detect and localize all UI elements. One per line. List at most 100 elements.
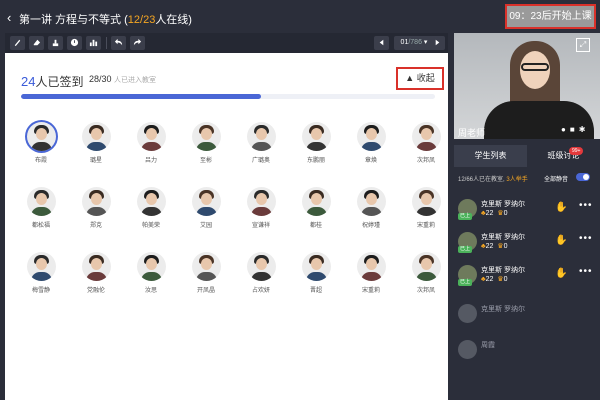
sign-in-progress-bar — [21, 94, 435, 99]
student-avatar — [26, 122, 56, 151]
student-name: 都桂 — [309, 223, 322, 229]
student-card[interactable]: 艾园 — [186, 187, 226, 229]
collapse-arrow-icon: ▲ — [405, 73, 417, 83]
student-name: 次邦凤 — [416, 158, 435, 164]
student-card[interactable]: 梅雪静 — [21, 252, 61, 294]
student-card[interactable]: 章焕 — [351, 122, 391, 164]
list-tag: 已上 — [458, 246, 473, 253]
student-avatar — [81, 252, 111, 281]
student-avatar — [411, 187, 441, 216]
prev-page-icon[interactable] — [374, 36, 389, 50]
fullscreen-icon[interactable]: ⤢ — [576, 38, 590, 52]
timer-icon[interactable] — [67, 36, 82, 50]
raised-hand-icon[interactable]: ✋ — [555, 202, 567, 213]
whiteboard-toolbar: 01/786 ▾ — [5, 33, 448, 53]
student-card[interactable]: 吕力 — [131, 122, 171, 164]
more-options-icon[interactable]: ••• — [579, 200, 593, 211]
student-name: 郑克 — [89, 223, 102, 229]
raised-hand-icon[interactable]: ✋ — [555, 268, 567, 279]
student-card[interactable]: 祝婷瑾 — [351, 187, 391, 229]
list-stats: ♣22 ♛0 — [481, 275, 507, 283]
student-card[interactable]: 郑克 — [76, 187, 116, 229]
student-card[interactable]: 宋重莉 — [406, 187, 446, 229]
back-chevron-icon[interactable]: ‹ — [7, 10, 11, 25]
list-stats: ♣22 ♛0 — [481, 242, 507, 250]
student-card[interactable]: 都桂 — [296, 187, 336, 229]
student-avatar — [411, 252, 441, 281]
start-class-button[interactable]: 09：23后开始上课 — [507, 6, 594, 27]
redo-icon[interactable] — [130, 36, 145, 50]
chart-icon[interactable] — [86, 36, 101, 50]
student-card[interactable]: 晋超 — [296, 252, 336, 294]
student-list-item[interactable]: 已上 克里斯 罗纳尔 ♣22 ♛0 ✋ ••• — [458, 263, 600, 291]
student-card[interactable]: 至彬 — [186, 122, 226, 164]
entered-count: 28/30 — [89, 74, 112, 84]
list-name: 克里斯 罗纳尔 — [481, 306, 525, 313]
student-card[interactable]: 宣谦祥 — [241, 187, 281, 229]
student-card[interactable]: 党融伦 — [76, 252, 116, 294]
student-name: 至彬 — [199, 158, 212, 164]
discussion-badge: 99+ — [569, 147, 584, 155]
list-tag: 已上 — [458, 279, 473, 286]
likes-count: 22 — [485, 243, 494, 250]
mic-icon[interactable]: ● — [561, 125, 566, 134]
list-name: 克里斯 罗纳尔 — [481, 201, 525, 208]
undo-icon[interactable] — [111, 36, 126, 50]
more-options-icon[interactable]: ••• — [579, 233, 593, 244]
student-name: 晋超 — [309, 288, 322, 294]
student-name: 璐星 — [89, 158, 102, 164]
mute-all-toggle[interactable] — [576, 173, 590, 181]
more-options-icon[interactable]: ••• — [579, 266, 593, 277]
tab-class-discussion[interactable]: 班级讨论 — [527, 145, 600, 167]
student-list-item[interactable]: 已上 克里斯 罗纳尔 ♣22 ♛0 ✋ ••• — [458, 230, 600, 258]
online-text: 12/66人已在教室, — [458, 177, 505, 183]
toolbar-divider — [106, 37, 107, 49]
tab-student-list[interactable]: 学生列表 — [454, 145, 527, 167]
student-card[interactable]: 次邦凤 — [406, 252, 446, 294]
student-list-item[interactable]: 周霞 — [458, 338, 600, 366]
student-list-item[interactable]: 已上 克里斯 罗纳尔 ♣22 ♛0 ✋ ••• — [458, 197, 600, 225]
stamp-icon[interactable] — [48, 36, 63, 50]
student-card[interactable]: 布霞 — [21, 122, 61, 164]
student-card[interactable]: 广璐奥 — [241, 122, 281, 164]
settings-icon[interactable]: ✱ — [579, 125, 586, 134]
student-name: 宣谦祥 — [251, 223, 270, 229]
student-name: 占欢妍 — [251, 288, 270, 294]
student-name: 广璐奥 — [251, 158, 270, 164]
student-card[interactable]: 次邦凤 — [406, 122, 446, 164]
student-avatar — [26, 187, 56, 216]
page-selector[interactable]: 01/786 ▾ — [394, 36, 434, 50]
student-name: 帕美荣 — [141, 223, 160, 229]
student-card[interactable]: 都松福 — [21, 187, 61, 229]
student-card[interactable]: 宋重莉 — [351, 252, 391, 294]
next-page-icon[interactable] — [430, 36, 445, 50]
student-name: 都松福 — [31, 223, 50, 229]
student-name: 汝思 — [144, 288, 157, 294]
likes-count: 22 — [485, 210, 494, 217]
raised-hand-icon[interactable]: ✋ — [555, 235, 567, 246]
eraser-icon[interactable] — [29, 36, 44, 50]
student-card[interactable]: 璐星 — [76, 122, 116, 164]
student-card[interactable]: 东鹏丽 — [296, 122, 336, 164]
student-list-item[interactable]: 克里斯 罗纳尔 — [458, 302, 600, 330]
cups-count: 0 — [503, 210, 508, 217]
mute-all-label: 全部静音 — [544, 177, 569, 183]
title-suffix: 人在线) — [155, 14, 192, 26]
student-card[interactable]: 开凤晶 — [186, 252, 226, 294]
student-card[interactable]: 帕美荣 — [131, 187, 171, 229]
student-avatar — [136, 187, 166, 216]
right-panel: ⤢ 周老师 ● ■ ✱ 学生列表 班级讨论 99+ 12/66人已在教室, 3人举手… — [454, 33, 600, 400]
signed-in-summary: 24人已签到 — [21, 73, 83, 90]
student-avatar — [246, 122, 276, 151]
student-card[interactable]: 汝思 — [131, 252, 171, 294]
student-name: 艾园 — [199, 223, 212, 229]
student-card[interactable]: 占欢妍 — [241, 252, 281, 294]
student-name: 党融伦 — [86, 288, 105, 294]
camera-icon[interactable]: ■ — [570, 125, 575, 134]
student-avatar — [356, 252, 386, 281]
collapse-button[interactable]: ▲ 收起 — [396, 67, 444, 90]
student-name: 开凤晶 — [196, 288, 215, 294]
list-stats: ♣22 ♛0 — [481, 209, 507, 217]
lesson-title: 第一讲 方程与不等式 (12/23人在线) — [19, 11, 192, 27]
brush-icon[interactable] — [10, 36, 25, 50]
